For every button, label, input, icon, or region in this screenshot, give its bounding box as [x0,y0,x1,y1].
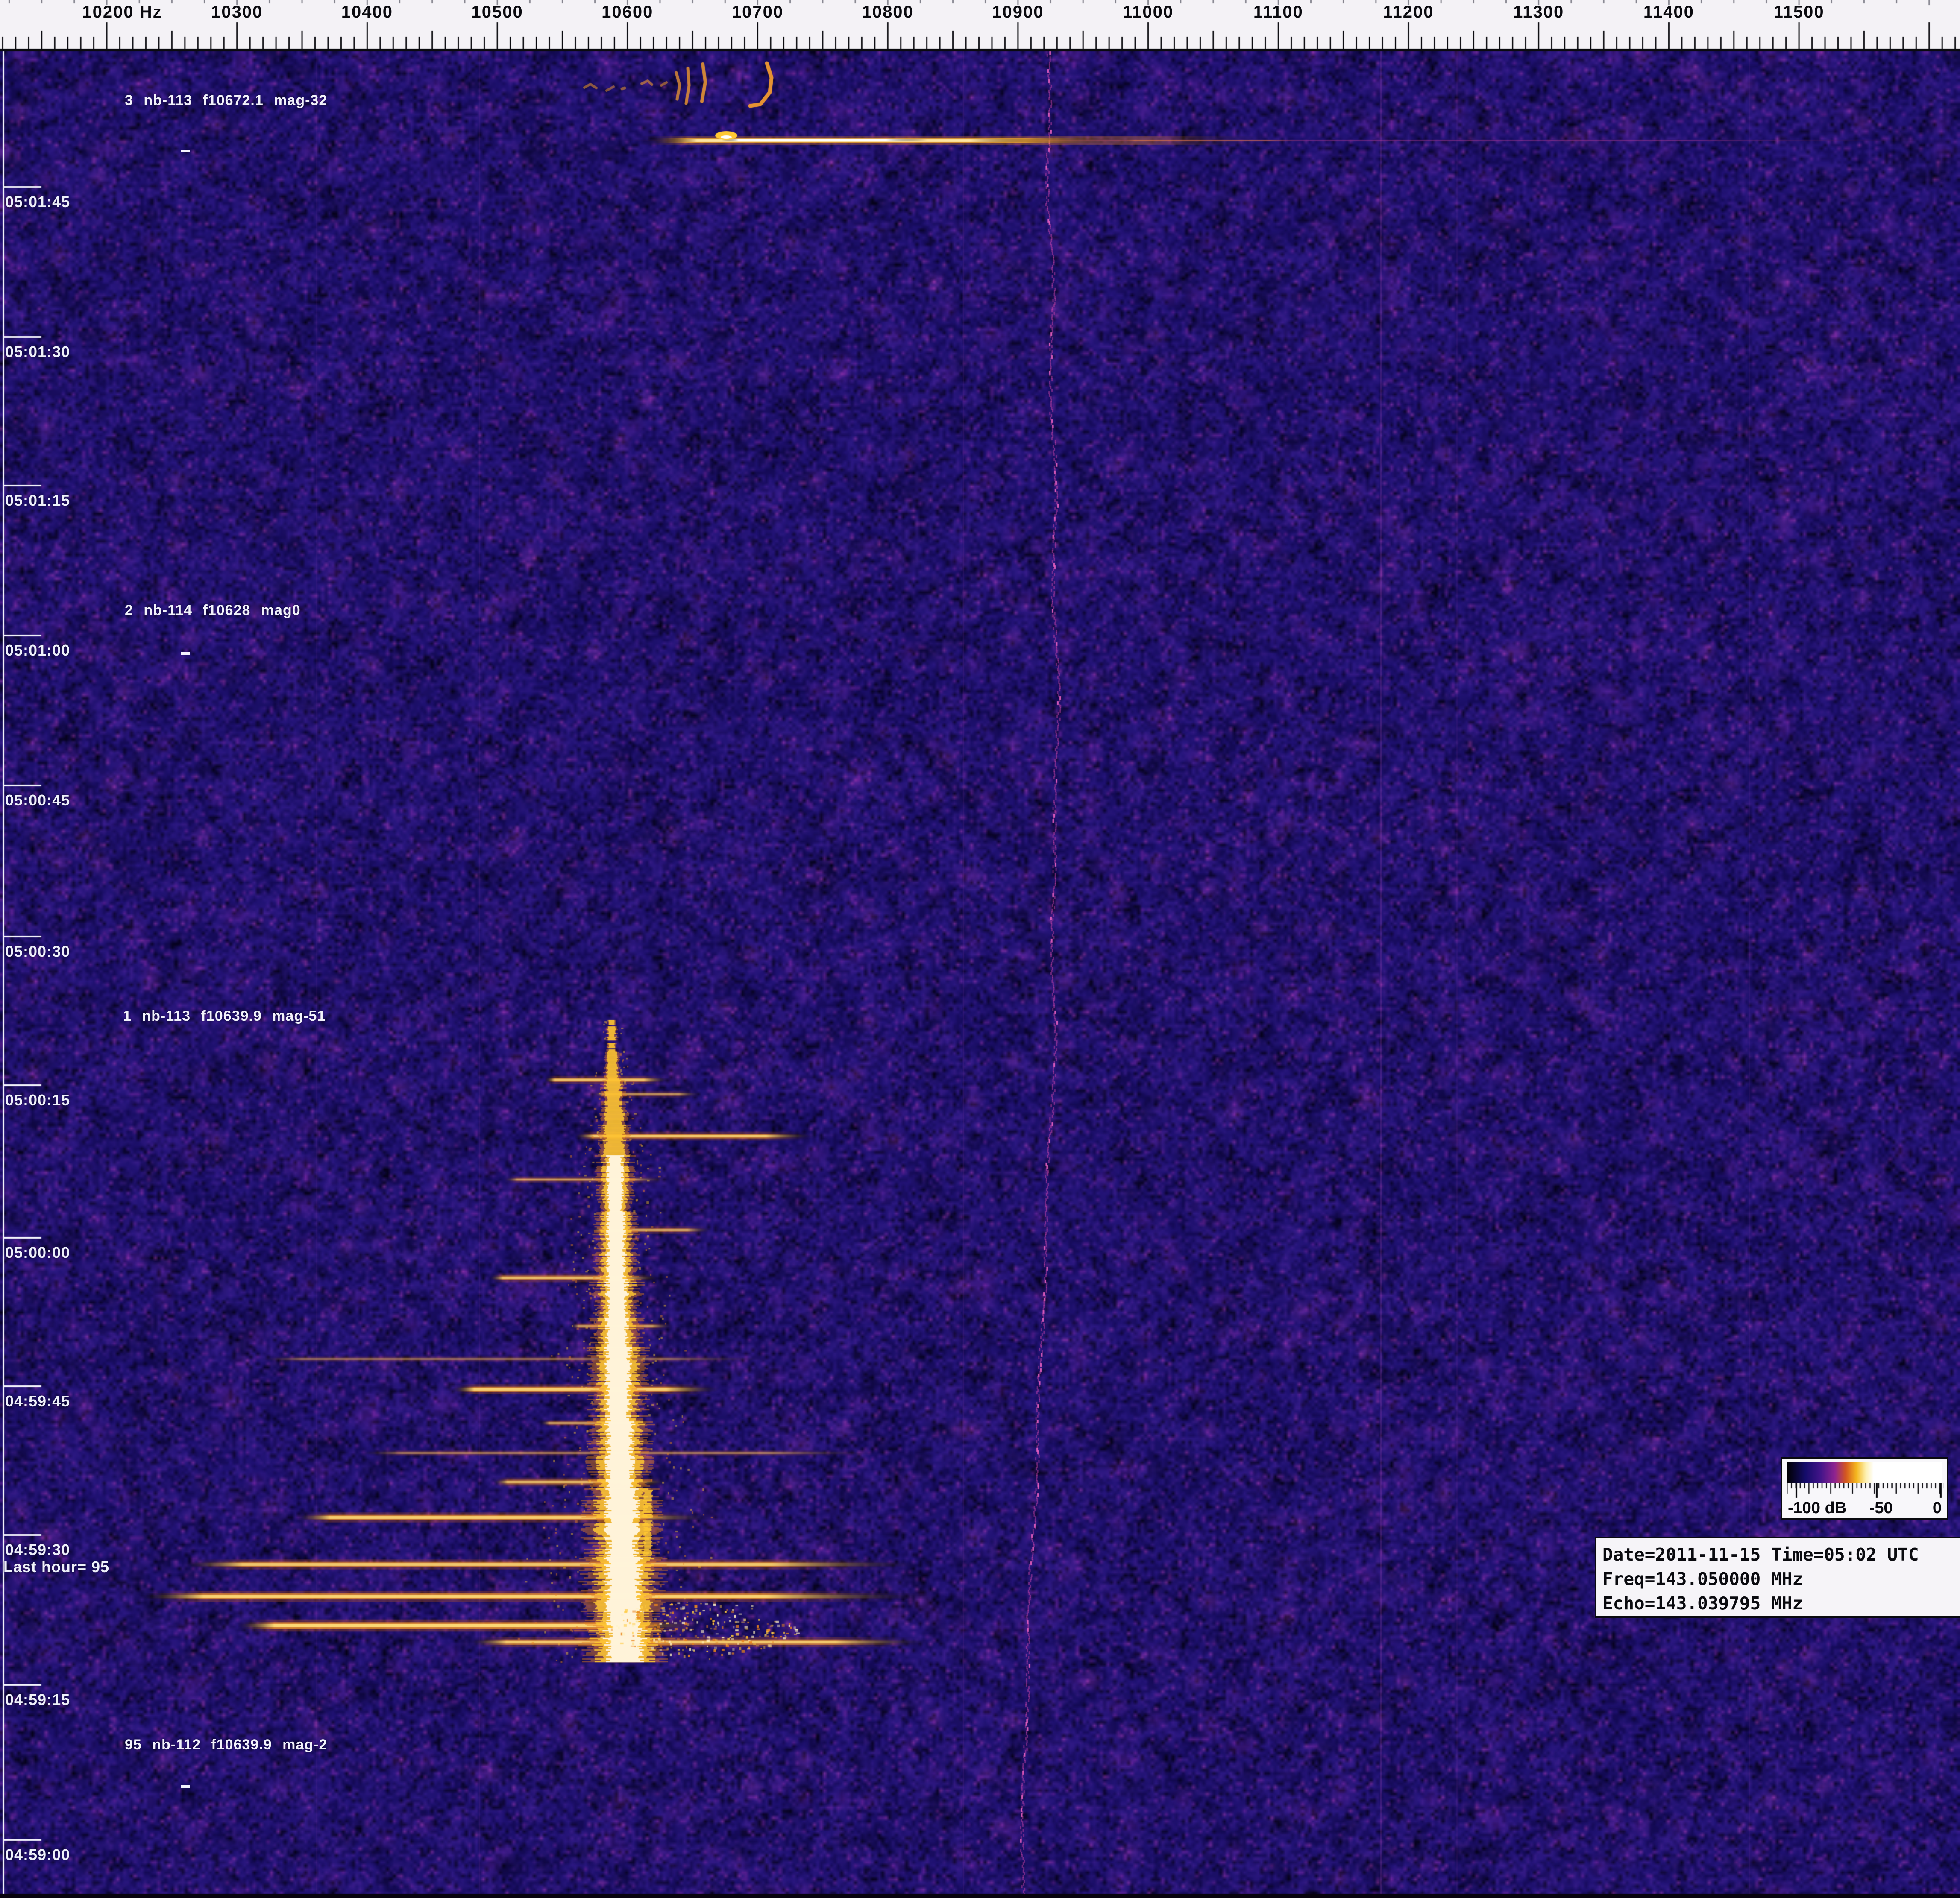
freq-axis-label: 10600 [601,3,653,22]
colorbar-labels: -100 dB -50 0 [1782,1499,1947,1517]
time-axis-label: 05:00:45 [5,791,70,809]
detection-label-2: 2 nb-114 f10628 mag0 [125,602,301,619]
freq-axis-label: 11000 [1123,3,1174,22]
time-axis-label: 05:00:15 [5,1091,70,1109]
freq-axis-label: 10200 Hz [82,3,162,22]
freq-axis-label: 10400 [341,3,393,22]
colorbar-min-label: -100 dB [1788,1499,1846,1517]
freq-axis-label: 10500 [471,3,523,22]
colorbar-max-label: 0 [1933,1499,1942,1517]
status-info-box: Date=2011-11-15 Time=05:02 UTC Freq=143.… [1595,1537,1960,1618]
detection-label-1: 1 nb-113 f10639.9 mag-51 [123,1008,326,1025]
detection-label-3: 3 nb-113 f10672.1 mag-32 [125,92,327,109]
freq-axis-label: 10800 [862,3,914,22]
time-axis-label: 05:01:00 [5,641,70,659]
detection-label-95: 95 nb-112 f10639.9 mag-2 [125,1737,327,1753]
time-axis-label: 04:59:00 [5,1846,70,1864]
colorbar-legend: -100 dB -50 0 [1781,1457,1948,1520]
time-axis-label: 05:01:30 [5,343,70,361]
time-axis-label: 05:01:15 [5,492,70,510]
spectrogram-display: 10200 Hz 10300 10400 10500 10600 10700 10800 10… [0,0,1960,1898]
colorbar-gradient [1787,1462,1942,1483]
freq-axis-label: 11300 [1513,3,1564,22]
info-freq: Freq=143.050000 MHz [1602,1567,1954,1591]
time-axis-label: 04:59:45 [5,1392,70,1410]
freq-axis-label: 11400 [1643,3,1694,22]
time-axis-label: 05:00:00 [5,1244,70,1262]
freq-axis-label: 11500 [1774,3,1825,22]
time-axis-label: 05:00:30 [5,943,70,961]
info-date-time: Date=2011-11-15 Time=05:02 UTC [1602,1543,1954,1567]
detection-dash [181,652,190,655]
time-axis-label: 05:01:45 [5,193,70,211]
colorbar-mid-label: -50 [1869,1499,1893,1517]
freq-axis-label: 11200 [1383,3,1434,22]
freq-axis-label: 10900 [992,3,1044,22]
freq-axis-label: 10300 [211,3,263,22]
info-echo: Echo=143.039795 MHz [1602,1591,1954,1616]
time-axis-label: 04:59:15 [5,1691,70,1709]
time-axis-label: 04:59:30 [5,1541,70,1559]
detection-dash [181,1785,190,1788]
colorbar-ticks [1787,1483,1944,1500]
last-hour-count: Last hour= 95 [3,1558,109,1576]
freq-axis-label: 11100 [1253,3,1303,22]
freq-axis-label: 10700 [732,3,783,22]
detection-dash [181,150,190,152]
